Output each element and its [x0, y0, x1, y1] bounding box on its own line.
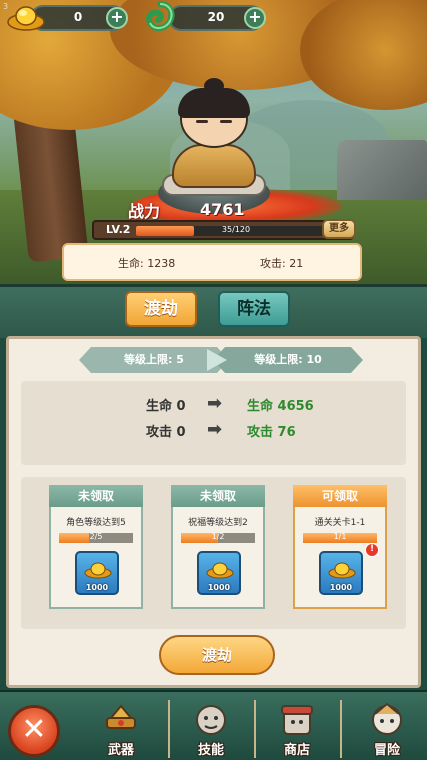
current-level-cap: 等级上限: 5: [79, 347, 229, 373]
shop-icon: [281, 705, 313, 735]
nav-label: 冒险: [373, 743, 400, 758]
tab-formation[interactable]: 阵法: [218, 291, 290, 327]
dujie-button[interactable]: 渡劫: [159, 635, 275, 675]
hero-stats-card: 生命: 1238 攻击: 21: [62, 243, 362, 281]
nav-divider: [254, 700, 256, 758]
add-jade-button[interactable]: +: [244, 7, 266, 29]
task-card[interactable]: 未领取 祝福等级达到2 1/2 1000: [171, 485, 265, 609]
gold-ingot-icon: [206, 562, 234, 579]
nav-item-weapon[interactable]: 武器: [86, 698, 156, 760]
gold-ingot-icon: [328, 562, 356, 579]
hero-character[interactable]: [162, 78, 266, 196]
tree-canopy: [300, 0, 427, 110]
nav-item-shop[interactable]: 商店: [262, 698, 332, 760]
add-gold-button[interactable]: +: [106, 7, 128, 29]
next-level-cap: 等级上限: 10: [213, 347, 363, 373]
nav-divider: [168, 700, 170, 758]
hero-hair-bun: [204, 78, 224, 94]
power-value: 4761: [200, 200, 245, 219]
attribute-from: 攻击 0: [146, 425, 186, 440]
task-progress-text: 2/5: [89, 532, 103, 541]
task-status: 未领取: [171, 485, 265, 507]
task-description: 祝福等级达到2: [188, 518, 248, 528]
attribute-preview: 生命 0 ➡ 生命 4656 攻击 0 ➡ 攻击 76: [21, 381, 406, 465]
hero-eye: [220, 120, 232, 123]
adventure-icon: [372, 702, 402, 735]
task-description: 通关关卡1-1: [314, 518, 366, 528]
tribulation-panel: 等级上限: 5 等级上限: 10 生命 0 ➡ 生命 4656 攻击 0 ➡ 攻…: [6, 336, 421, 688]
attribute-to: 攻击 76: [247, 425, 296, 440]
exp-text: 35/120: [221, 225, 251, 234]
task-progress-bar: 1/1: [303, 532, 377, 543]
task-description: 角色等级达到5: [66, 518, 126, 528]
weapon-icon: [106, 704, 136, 729]
alert-badge-icon: !: [365, 543, 379, 557]
task-card[interactable]: 可领取 通关关卡1-1 1/1 1000 !: [293, 485, 387, 609]
task-progress-text: 1/1: [333, 532, 347, 541]
jade-counter: 20 +: [168, 5, 266, 31]
gold-ingot-icon: [7, 6, 45, 31]
reward-amount: 1000: [329, 583, 353, 592]
nav-label: 商店: [283, 743, 310, 758]
attribute-row: 生命 0 ➡ 生命 4656: [21, 393, 406, 419]
task-card[interactable]: 未领取 角色等级达到5 2/5 1000: [49, 485, 143, 609]
nav-item-adventure[interactable]: 冒险: [352, 698, 422, 760]
close-icon: ✕: [21, 712, 47, 747]
attribute-to: 生命 4656: [247, 399, 314, 414]
reward-item[interactable]: 1000: [75, 551, 119, 595]
nav-item-skill[interactable]: 技能: [176, 698, 246, 760]
level-bar: LV.2 35/120: [92, 220, 354, 240]
hp-stat: 生命: 1238: [118, 257, 176, 270]
task-status: 未领取: [49, 485, 143, 507]
task-progress-text: 1/2: [211, 532, 225, 541]
nav-label: 技能: [197, 743, 224, 758]
level-text: LV.2: [106, 223, 131, 236]
attribute-row: 攻击 0 ➡ 攻击 76: [21, 419, 406, 445]
nav-divider: [340, 700, 342, 758]
task-status: 可领取: [293, 485, 387, 507]
reward-item[interactable]: 1000: [197, 551, 241, 595]
reward-item[interactable]: 1000: [319, 551, 363, 595]
task-progress-bar: 1/2: [181, 532, 255, 543]
attribute-from: 生命 0: [146, 399, 186, 414]
close-button[interactable]: ✕: [8, 705, 60, 757]
arrow-right-icon: ➡: [207, 419, 223, 440]
stone-ruin: [337, 140, 427, 200]
reward-amount: 1000: [85, 583, 109, 592]
hero-eye: [196, 120, 208, 123]
task-progress-bar: 2/5: [59, 532, 133, 543]
exp-progress-bar: 35/120: [136, 225, 336, 236]
tab-band: [0, 284, 427, 338]
more-button[interactable]: 更多: [322, 219, 356, 239]
hero-robe: [172, 144, 256, 188]
gold-ingot-icon: [84, 562, 112, 579]
tab-dujie[interactable]: 渡劫: [125, 291, 197, 327]
skill-icon: [196, 705, 226, 735]
jade-dragon-icon: [146, 1, 175, 31]
arrow-right-icon: ➡: [207, 393, 223, 414]
nav-label: 武器: [107, 743, 134, 758]
task-list: 未领取 角色等级达到5 2/5 1000 未领取 祝福等级达到2 1/2 100…: [21, 477, 406, 629]
reward-amount: 1000: [207, 583, 231, 592]
attack-stat: 攻击: 21: [260, 257, 304, 270]
